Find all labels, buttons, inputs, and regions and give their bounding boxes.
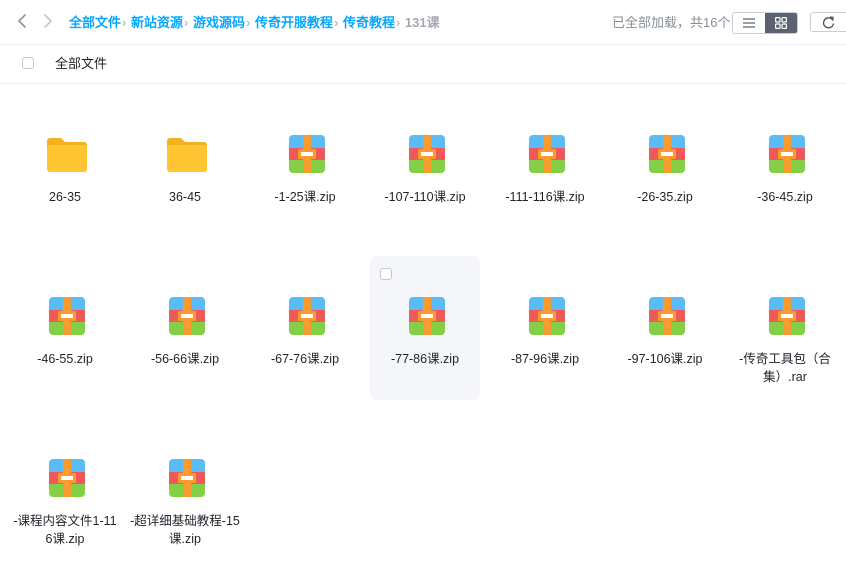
back-button[interactable] — [14, 12, 30, 32]
file-name: -超详细基础教程-15课.zip — [130, 514, 240, 546]
file-name: 36-45 — [169, 190, 201, 204]
breadcrumb-separator: › — [245, 15, 251, 30]
refresh-icon — [822, 16, 835, 28]
file-item[interactable]: -67-76课.zip — [250, 256, 360, 400]
select-all-checkbox[interactable] — [22, 57, 34, 69]
file-name: -26-35.zip — [637, 190, 693, 204]
file-name: -46-55.zip — [37, 352, 93, 366]
file-item[interactable]: -1-25课.zip — [250, 94, 360, 238]
file-item[interactable]: -107-110课.zip — [370, 94, 480, 238]
folder-icon — [45, 132, 89, 176]
file-name: -67-76课.zip — [270, 352, 340, 366]
load-status: 已全部加载，共16个 — [612, 15, 731, 30]
file-item[interactable]: -传奇工具包（合集）.rar — [730, 256, 840, 400]
top-bar: 全部文件› 新站资源› 游戏源码› 传奇开服教程› 传奇教程› 131课 已全部… — [0, 0, 846, 44]
file-item[interactable]: -46-55.zip — [10, 256, 120, 400]
breadcrumb-item-legend-tutorial[interactable]: 传奇教程 — [343, 15, 395, 30]
grid-view-button[interactable] — [765, 13, 797, 33]
chevron-left-icon — [18, 14, 26, 28]
file-item[interactable]: -97-106课.zip — [610, 256, 720, 400]
file-name: -111-116课.zip — [505, 190, 585, 204]
list-view-button[interactable] — [733, 13, 765, 33]
forward-button[interactable] — [40, 12, 56, 32]
archive-icon — [165, 456, 209, 500]
file-name: -1-25课.zip — [274, 190, 336, 204]
file-item[interactable]: -36-45.zip — [730, 94, 840, 238]
select-all-row: 全部文件 — [0, 45, 846, 83]
archive-icon — [645, 132, 689, 176]
file-name: -56-66课.zip — [150, 352, 220, 366]
item-checkbox[interactable] — [380, 268, 392, 280]
view-toggle — [732, 12, 798, 34]
archive-icon — [405, 294, 449, 338]
breadcrumb-item-game-source[interactable]: 游戏源码 — [193, 15, 245, 30]
list-icon — [743, 18, 755, 28]
folder-icon — [165, 132, 209, 176]
chevron-right-icon — [44, 14, 52, 28]
refresh-button[interactable] — [810, 12, 846, 32]
breadcrumb-item-all-files[interactable]: 全部文件 — [69, 15, 121, 30]
file-name: -87-96课.zip — [510, 352, 580, 366]
file-name: -传奇工具包（合集）.rar — [739, 352, 831, 384]
breadcrumb-separator: › — [395, 15, 401, 30]
archive-icon — [525, 132, 569, 176]
archive-icon — [285, 132, 329, 176]
file-grid: 26-35 36-45 -1-25课.zip -107-110课.zip -111-11… — [0, 84, 846, 551]
file-item[interactable]: -超详细基础教程-15课.zip — [130, 418, 240, 562]
archive-icon — [285, 294, 329, 338]
file-item[interactable]: -77-86课.zip — [370, 256, 480, 400]
file-name: -77-86课.zip — [390, 352, 460, 366]
folder-item[interactable]: 26-35 — [10, 94, 120, 238]
archive-icon — [525, 294, 569, 338]
file-item[interactable]: -56-66课.zip — [130, 256, 240, 400]
file-name: -107-110课.zip — [384, 190, 466, 204]
grid-icon — [775, 17, 787, 29]
file-name: 26-35 — [49, 190, 81, 204]
archive-icon — [765, 132, 809, 176]
breadcrumb-separator: › — [333, 15, 339, 30]
breadcrumb-item-server-tutorial[interactable]: 传奇开服教程 — [255, 15, 333, 30]
archive-icon — [765, 294, 809, 338]
file-item[interactable]: -87-96课.zip — [490, 256, 600, 400]
folder-item[interactable]: 36-45 — [130, 94, 240, 238]
file-name: -36-45.zip — [757, 190, 813, 204]
archive-icon — [645, 294, 689, 338]
breadcrumb-item-site-resources[interactable]: 新站资源 — [131, 15, 183, 30]
breadcrumb-separator: › — [184, 15, 189, 30]
file-name: -课程内容文件1-116课.zip — [13, 514, 117, 546]
file-item[interactable]: -课程内容文件1-116课.zip — [10, 418, 120, 562]
archive-icon — [45, 456, 89, 500]
file-item[interactable]: -111-116课.zip — [490, 94, 600, 238]
file-name: -97-106课.zip — [627, 352, 703, 366]
archive-icon — [405, 132, 449, 176]
file-item[interactable]: -26-35.zip — [610, 94, 720, 238]
archive-icon — [165, 294, 209, 338]
breadcrumb: 全部文件› 新站资源› 游戏源码› 传奇开服教程› 传奇教程› 131课 — [69, 14, 440, 32]
breadcrumb-current: 131课 — [404, 15, 440, 30]
select-all-label: 全部文件 — [55, 56, 108, 71]
breadcrumb-separator: › — [122, 15, 127, 30]
archive-icon — [45, 294, 89, 338]
